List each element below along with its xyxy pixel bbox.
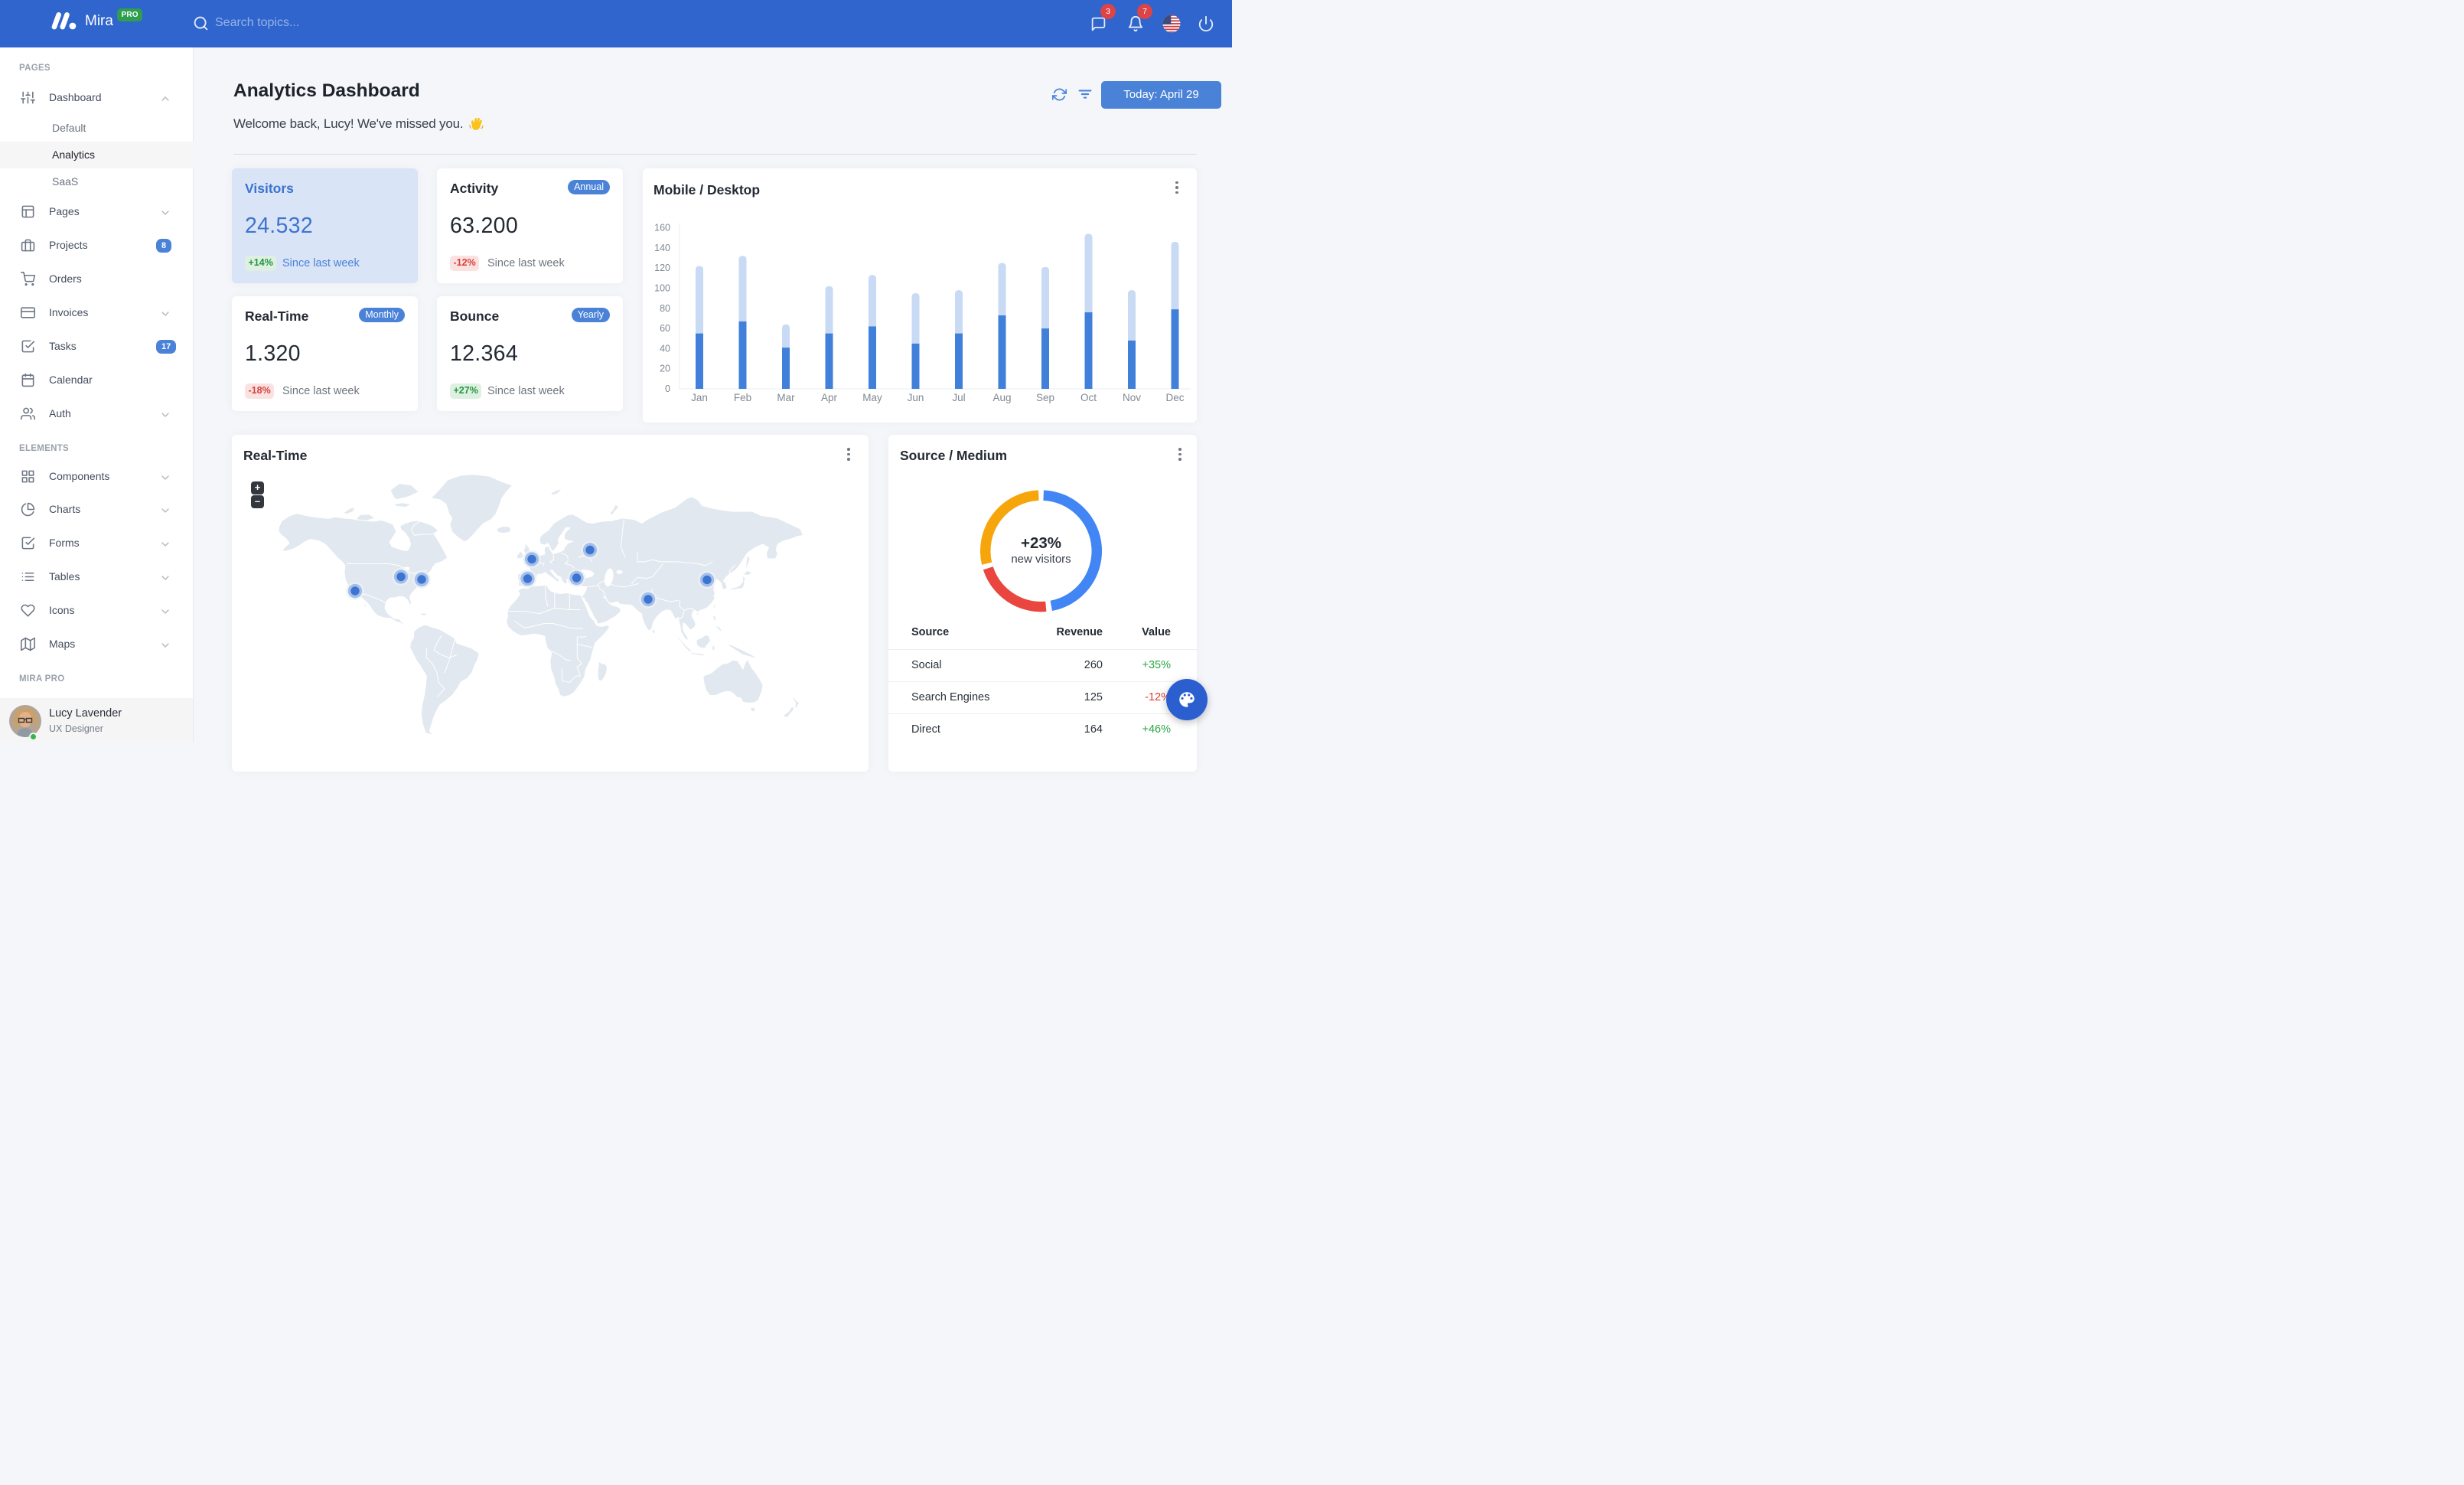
svg-text:60: 60 bbox=[660, 323, 670, 334]
svg-text:120: 120 bbox=[654, 263, 670, 273]
svg-text:Apr: Apr bbox=[821, 392, 838, 403]
svg-text:80: 80 bbox=[660, 302, 670, 313]
svg-text:160: 160 bbox=[654, 222, 670, 233]
svg-text:Jun: Jun bbox=[908, 392, 924, 403]
svg-text:Jan: Jan bbox=[691, 392, 708, 403]
svg-text:Feb: Feb bbox=[734, 392, 751, 403]
svg-text:May: May bbox=[862, 392, 882, 403]
svg-text:Jul: Jul bbox=[952, 392, 965, 403]
svg-text:Oct: Oct bbox=[1080, 392, 1097, 403]
svg-text:Nov: Nov bbox=[1123, 392, 1141, 403]
svg-text:Dec: Dec bbox=[1165, 392, 1184, 403]
svg-text:Mar: Mar bbox=[777, 392, 795, 403]
svg-text:Sep: Sep bbox=[1036, 392, 1054, 403]
svg-text:0: 0 bbox=[665, 383, 670, 394]
svg-text:100: 100 bbox=[654, 282, 670, 293]
svg-text:20: 20 bbox=[660, 363, 670, 374]
svg-text:Aug: Aug bbox=[992, 392, 1011, 403]
svg-text:140: 140 bbox=[654, 242, 670, 253]
svg-text:40: 40 bbox=[660, 343, 670, 354]
